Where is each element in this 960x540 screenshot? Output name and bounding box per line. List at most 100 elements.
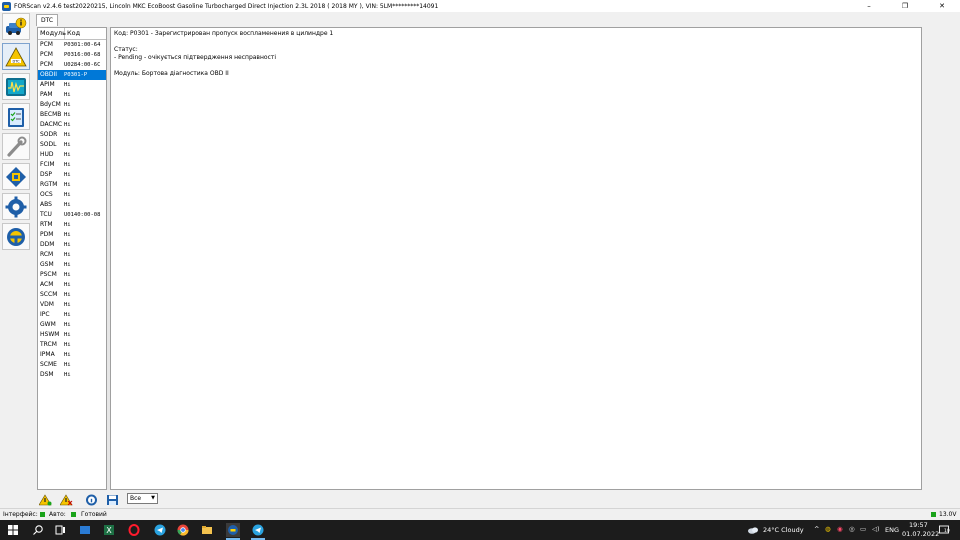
clock-time[interactable]: 19:57	[909, 521, 928, 529]
list-item[interactable]: IPMA Hi	[38, 350, 106, 360]
connect-button[interactable]	[2, 223, 30, 250]
dtc-code: Hi	[64, 82, 71, 88]
telegram-icon	[154, 524, 166, 536]
list-item[interactable]: GWM Hi	[38, 320, 106, 330]
list-item[interactable]: BECMB Hi	[38, 110, 106, 120]
column-header-module[interactable]: Модуль	[38, 28, 66, 39]
list-item[interactable]: HSWM Hi	[38, 330, 106, 340]
list-item[interactable]: OCS Hi	[38, 190, 106, 200]
list-item[interactable]: PCM P0301:00-64	[38, 40, 106, 50]
dtc-code: P0301:00-64	[64, 42, 101, 48]
configuration-button[interactable]	[2, 163, 30, 190]
list-item[interactable]: PAM Hi	[38, 90, 106, 100]
taskbar-app-opera[interactable]	[127, 523, 141, 537]
dtc-button[interactable]: DTC	[2, 43, 30, 70]
telegram-icon	[252, 524, 264, 536]
clear-dtc-button[interactable]	[59, 493, 73, 506]
folder-icon	[202, 526, 212, 534]
start-button[interactable]	[6, 523, 20, 537]
module-name: TCU	[40, 211, 52, 218]
network-icon[interactable]: ▭	[860, 525, 866, 533]
list-item[interactable]: OBDII P0301-P	[38, 70, 106, 80]
taskbar-app-telegram-2[interactable]	[251, 523, 265, 537]
list-item[interactable]: PCM U0284:00-6C	[38, 60, 106, 70]
save-button[interactable]	[105, 493, 119, 506]
list-item[interactable]: DDM Hi	[38, 240, 106, 250]
module-name: DSP	[40, 171, 53, 178]
interface-label: Інтерфейс:	[3, 511, 38, 518]
settings-button[interactable]	[2, 193, 30, 220]
column-header-code[interactable]: Код	[65, 28, 80, 39]
list-item[interactable]: ABS Hi	[38, 200, 106, 210]
tests-button[interactable]	[2, 103, 30, 130]
module-name: DACMC	[40, 121, 63, 128]
module-name: PCM	[40, 41, 53, 48]
vehicle-info-button[interactable]	[2, 13, 30, 40]
tray-app-icon-2[interactable]: ◉	[837, 525, 843, 533]
dtc-info-button[interactable]	[84, 493, 98, 506]
dtc-code: Hi	[64, 372, 71, 378]
volume-icon[interactable]: ◁)	[872, 525, 880, 533]
list-item[interactable]: DACMC Hi	[38, 120, 106, 130]
list-item[interactable]: GSM Hi	[38, 260, 106, 270]
left-toolbar: DTC	[0, 12, 33, 492]
dtc-code: Hi	[64, 242, 71, 248]
dtc-warning-icon: DTC	[5, 46, 27, 66]
task-view-icon	[55, 525, 65, 535]
dtc-module-list[interactable]: Модуль Код PCM P0301:00-64 PCM P0316:00-68 P…	[37, 27, 107, 490]
dtc-detail-panel: Код: P0301 - Зарегистрирован пропуск вос…	[110, 27, 922, 490]
module-name: GSM	[40, 261, 54, 268]
clock-date[interactable]: 01.07.2022	[902, 530, 939, 538]
language-indicator[interactable]: ENG	[885, 526, 899, 534]
list-item[interactable]: SODL Hi	[38, 140, 106, 150]
module-name: ABS	[40, 201, 52, 208]
dtc-code: Hi	[64, 332, 71, 338]
list-item[interactable]: SODR Hi	[38, 130, 106, 140]
search-button[interactable]	[31, 523, 45, 537]
taskbar-app-chrome[interactable]	[176, 523, 190, 537]
service-button[interactable]	[2, 133, 30, 160]
list-item[interactable]: RTM Hi	[38, 220, 106, 230]
dtc-code: Hi	[64, 292, 71, 298]
list-item[interactable]: IPC Hi	[38, 310, 106, 320]
list-item[interactable]: ACM Hi	[38, 280, 106, 290]
list-item[interactable]: FCIM Hi	[38, 160, 106, 170]
list-item[interactable]: DSP Hi	[38, 170, 106, 180]
list-item[interactable]: PSCM Hi	[38, 270, 106, 280]
list-item[interactable]: VDM Hi	[38, 300, 106, 310]
taskbar-app-telegram[interactable]	[153, 523, 167, 537]
list-item[interactable]: BdyCM Hi	[38, 100, 106, 110]
taskbar-app-forscan[interactable]	[226, 523, 240, 537]
restore-button[interactable]: ❐	[890, 0, 920, 12]
dtc-filter-select[interactable]: Все ▼	[127, 493, 158, 504]
minimize-button[interactable]: –	[854, 0, 884, 12]
weather-widget-icon[interactable]	[746, 523, 760, 537]
taskbar-app-file-explorer[interactable]	[200, 523, 214, 537]
list-item[interactable]: PCM P0316:00-68	[38, 50, 106, 60]
list-item[interactable]: DSM Hi	[38, 370, 106, 380]
list-item[interactable]: TRCM Hi	[38, 340, 106, 350]
tab-dtc[interactable]: DTC	[36, 14, 58, 26]
tray-app-icon-3[interactable]: ◎	[849, 525, 855, 533]
dtc-code: Hi	[64, 362, 71, 368]
list-item[interactable]: APIM Hi	[38, 80, 106, 90]
list-item[interactable]: SCCM Hi	[38, 290, 106, 300]
dtc-code: Hi	[64, 202, 71, 208]
module-name: PCM	[40, 51, 53, 58]
read-dtc-button[interactable]	[38, 493, 52, 506]
chevron-up-icon[interactable]: ^	[814, 525, 819, 533]
weather-text[interactable]: 24°C Cloudy	[763, 526, 804, 534]
list-item[interactable]: HUD Hi	[38, 150, 106, 160]
close-button[interactable]: ✕	[927, 0, 957, 12]
list-item[interactable]: RGTM Hi	[38, 180, 106, 190]
list-item[interactable]: PDM Hi	[38, 230, 106, 240]
list-item[interactable]: SCME Hi	[38, 360, 106, 370]
list-item[interactable]: TCU U0140:00-08	[38, 210, 106, 220]
dtc-code: Hi	[64, 152, 71, 158]
taskbar-app-excel[interactable]: X	[102, 523, 116, 537]
taskbar-app-explorer-panel[interactable]	[78, 523, 92, 537]
list-item[interactable]: RCM Hi	[38, 250, 106, 260]
tray-app-icon[interactable]: ◍	[825, 525, 831, 533]
oscilloscope-button[interactable]	[2, 73, 30, 100]
task-view-button[interactable]	[53, 523, 67, 537]
